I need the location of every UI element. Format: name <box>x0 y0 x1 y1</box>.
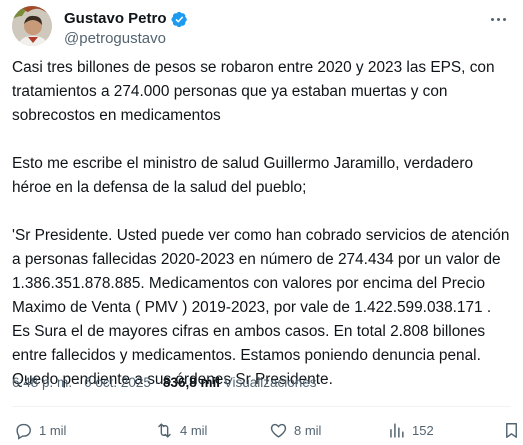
like-button[interactable]: 8 mil <box>269 418 321 442</box>
user-display-name[interactable]: Gustavo Petro <box>64 10 167 28</box>
tweet-header: Gustavo Petro @petrogustavo <box>12 6 511 50</box>
tweet-date[interactable]: 6 oct. 2025 <box>84 375 151 390</box>
like-count: 8 mil <box>294 422 322 438</box>
views-chart-icon <box>390 422 404 438</box>
divider <box>12 406 511 407</box>
tweet-text: Casi tres billones de pesos se robaron e… <box>12 56 512 392</box>
heart-icon <box>270 423 287 438</box>
bookmark-button[interactable] <box>502 418 521 442</box>
avatar[interactable] <box>12 6 52 46</box>
meta-separator: · <box>154 375 160 390</box>
repost-button[interactable]: 4 mil <box>155 418 207 442</box>
avatar-image <box>12 6 52 46</box>
tweet-time[interactable]: 6:48 p. m. <box>12 375 72 390</box>
reply-icon <box>16 423 31 440</box>
bookmark-icon <box>506 422 517 438</box>
repost-icon <box>158 422 171 438</box>
tweet-paragraph: 'Sr Presidente. Usted puede ver como han… <box>12 227 510 388</box>
views-count-action: 152 <box>412 422 434 438</box>
repost-count: 4 mil <box>180 422 208 438</box>
tweet-paragraph: Esto me escribe el ministro de salud Gui… <box>12 155 474 196</box>
tweet-meta: 6:48 p. m. · 6 oct. 2025 · 836,8 mil Vis… <box>12 373 317 393</box>
tweet-paragraph: Casi tres billones de pesos se robaron e… <box>12 59 495 124</box>
action-bar: 1 mil 4 mil 8 mil 152 <box>12 418 517 442</box>
more-options-icon[interactable] <box>487 10 509 28</box>
reply-count: 1 mil <box>39 422 67 438</box>
meta-separator: · <box>75 375 81 390</box>
verified-badge-icon <box>170 11 187 27</box>
views-button[interactable]: 152 <box>387 418 434 442</box>
views-label: Visualizaciones <box>223 375 317 390</box>
views-count: 836,8 mil <box>162 375 220 390</box>
reply-button[interactable]: 1 mil <box>14 418 66 442</box>
user-handle[interactable]: @petrogustavo <box>64 30 166 48</box>
